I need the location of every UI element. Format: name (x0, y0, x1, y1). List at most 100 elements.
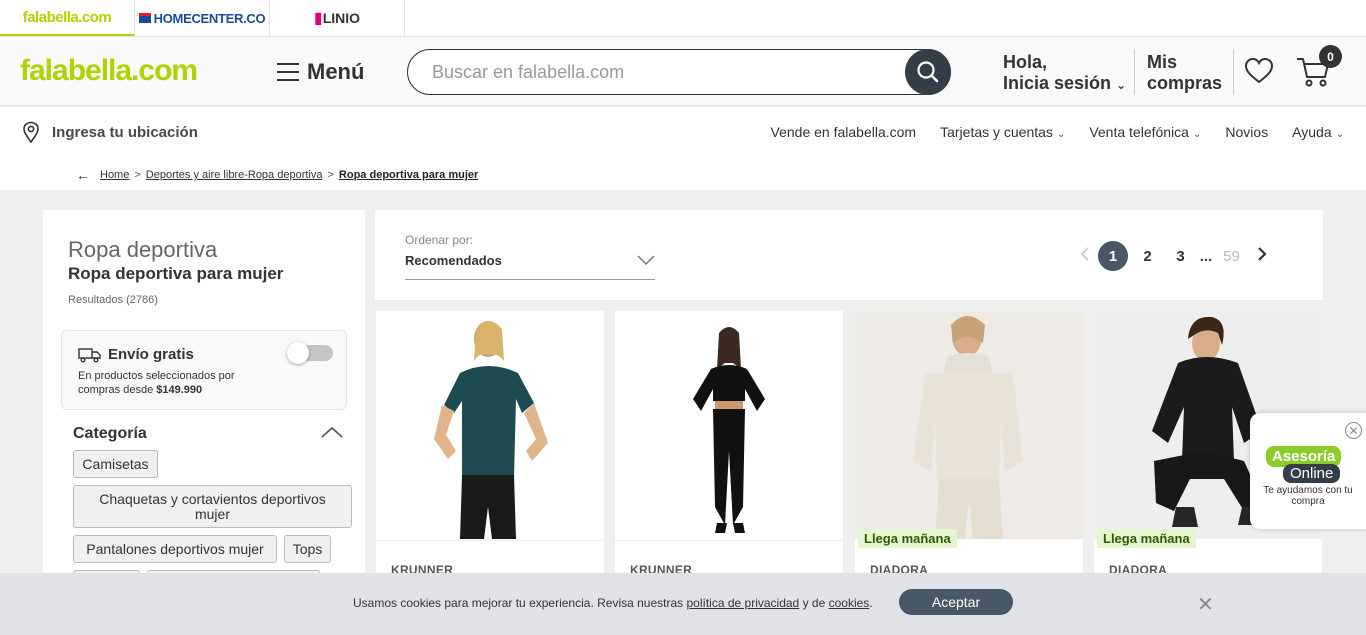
linio-logo-icon: ▮ (313, 10, 323, 27)
link-label: Ayuda (1292, 124, 1332, 140)
free-shipping-amount: $149.990 (156, 384, 203, 396)
login-link[interactable]: Hola, Inicia sesión ⌄ (1003, 52, 1126, 96)
sort-select[interactable]: Recomendados (405, 253, 502, 268)
category-filter-title[interactable]: Categoría (73, 425, 147, 443)
divider (1134, 49, 1135, 95)
page-last-button[interactable]: 59 (1215, 248, 1248, 265)
orders-label-2: compras (1147, 73, 1223, 93)
hamburger-icon (277, 63, 299, 81)
cookie-text-2: y de (802, 596, 826, 610)
brand-tab-homecenter[interactable]: HOMECENTER.CO (135, 0, 270, 36)
search-input[interactable] (432, 58, 892, 86)
free-shipping-heading: Envío gratis (78, 346, 194, 363)
delivery-badge: Llega mañana (858, 529, 957, 548)
link-label: Tarjetas y cuentas (940, 124, 1053, 140)
page-3-button[interactable]: 3 (1164, 248, 1197, 265)
my-orders-link[interactable]: Mis compras (1147, 52, 1222, 94)
brand-tab-label: HOMECENTER.CO (153, 10, 266, 26)
chevron-right-icon[interactable] (1248, 246, 1276, 266)
brand-tab-label: falabella.com (22, 8, 112, 26)
product-image[interactable] (376, 311, 604, 539)
chevron-down-icon[interactable] (637, 253, 655, 271)
product-image[interactable] (615, 311, 843, 539)
delivery-badge: Llega mañana (1097, 529, 1196, 548)
location-pin-icon (23, 121, 39, 143)
accept-cookies-button[interactable]: Aceptar (899, 589, 1013, 615)
breadcrumb-separator: > (134, 169, 141, 181)
menu-label: Menú (307, 59, 365, 84)
brand-tab-label: LINIO (322, 10, 361, 26)
sub-navigation: Ingresa tu ubicación Vende en falabella.… (0, 107, 1366, 157)
close-icon[interactable]: ✕ (1197, 592, 1214, 617)
cookie-text-3: . (869, 596, 873, 610)
divider (1233, 49, 1234, 95)
product-image[interactable] (855, 311, 1083, 539)
breadcrumb-current: Ropa deportiva para mujer (338, 169, 479, 181)
wishlist-button[interactable] (1244, 57, 1274, 90)
parent-category-title[interactable]: Ropa deportiva (68, 237, 217, 263)
results-count: Resultados (2786) (68, 294, 158, 306)
link-tarjetas[interactable]: Tarjetas y cuentas ⌄ (940, 124, 1065, 140)
category-pill-camisetas[interactable]: Camisetas (73, 450, 158, 478)
page-1-button[interactable]: 1 (1098, 241, 1128, 271)
free-shipping-filter: Envío gratis En productos seleccionados … (61, 330, 347, 410)
site-logo[interactable]: falabella.com (20, 54, 198, 88)
category-pill-pantalones[interactable]: Pantalones deportivos mujer (73, 535, 277, 563)
top-links: Vende en falabella.com Tarjetas y cuenta… (771, 124, 1344, 140)
free-shipping-desc-1: En productos seleccionados por (78, 370, 235, 382)
menu-button[interactable]: Menú (277, 59, 364, 85)
cookie-message: Usamos cookies para mejorar tu experienc… (353, 596, 873, 610)
brand-tab-linio[interactable]: ▮ LINIO (270, 0, 405, 36)
homecenter-logo-icon (138, 13, 151, 23)
card-divider (615, 540, 843, 541)
free-shipping-description: En productos seleccionados por compras d… (78, 369, 278, 397)
privacy-policy-link[interactable]: política de privacidad (687, 596, 800, 610)
search-icon (917, 61, 939, 83)
chevron-down-icon: ⌄ (1192, 129, 1202, 140)
link-novios[interactable]: Novios (1225, 124, 1268, 140)
breadcrumb-bar: ← Home > Deportes y aire libre-Ropa depo… (0, 157, 1366, 190)
chevron-up-icon[interactable] (321, 425, 343, 443)
login-label: Inicia sesión (1003, 73, 1112, 93)
cookie-banner: Usamos cookies para mejorar tu experienc… (0, 573, 1366, 635)
link-vende[interactable]: Vende en falabella.com (771, 124, 917, 140)
link-label: Venta telefónica (1089, 124, 1189, 140)
location-label: Ingresa tu ubicación (52, 123, 198, 141)
free-shipping-desc-2: compras desde (78, 384, 154, 396)
main-header: falabella.com Menú Hola, Inicia sesión ⌄… (0, 37, 1366, 106)
link-ayuda[interactable]: Ayuda ⌄ (1292, 124, 1344, 140)
cookie-text-1: Usamos cookies para mejorar tu experienc… (353, 596, 684, 610)
category-pill-chaquetas[interactable]: Chaquetas y cortavientos deportivos muje… (73, 485, 352, 528)
breadcrumb-home[interactable]: Home (100, 169, 129, 181)
online-chat-widget[interactable]: ✕ Asesoría Online Te ayudamos con tu com… (1250, 413, 1366, 529)
pagination: 1 2 3 ... 59 (1075, 241, 1276, 271)
chevron-left-icon[interactable] (1075, 246, 1095, 266)
close-icon[interactable]: ✕ (1345, 422, 1362, 439)
brand-tab-falabella[interactable]: falabella.com (0, 0, 135, 36)
sort-label: Ordenar por: (405, 233, 474, 247)
page-title: Ropa deportiva para mujer (68, 264, 284, 283)
breadcrumb-deportes[interactable]: Deportes y aire libre-Ropa deportiva (146, 169, 323, 181)
toggle-knob (287, 342, 309, 364)
free-shipping-toggle[interactable] (287, 342, 333, 364)
sort-pagination-bar: Ordenar por: Recomendados 1 2 3 ... 59 (375, 210, 1323, 300)
back-arrow-icon[interactable]: ← (76, 167, 90, 183)
chat-title-line2: Online (1283, 464, 1341, 483)
truck-icon (78, 347, 101, 362)
category-pill-tops[interactable]: Tops (284, 535, 331, 563)
chevron-down-icon: ⌄ (1116, 78, 1127, 92)
page-2-button[interactable]: 2 (1131, 248, 1164, 265)
pagination-ellipsis: ... (1199, 247, 1213, 265)
login-greeting: Hola, (1003, 52, 1048, 72)
orders-label-1: Mis (1147, 52, 1178, 72)
chevron-down-icon: ⌄ (1335, 129, 1344, 140)
sort-underline (405, 279, 655, 280)
chevron-down-icon: ⌄ (1056, 129, 1066, 140)
breadcrumb-separator: > (327, 169, 334, 181)
search-button[interactable] (905, 49, 951, 95)
heart-icon (1244, 57, 1274, 84)
filter-sidebar: Ropa deportiva Ropa deportiva para mujer… (43, 210, 365, 635)
link-venta-telefonica[interactable]: Venta telefónica ⌄ (1089, 124, 1201, 140)
cookies-link[interactable]: cookies (829, 596, 870, 610)
location-selector[interactable]: Ingresa tu ubicación (22, 121, 198, 143)
